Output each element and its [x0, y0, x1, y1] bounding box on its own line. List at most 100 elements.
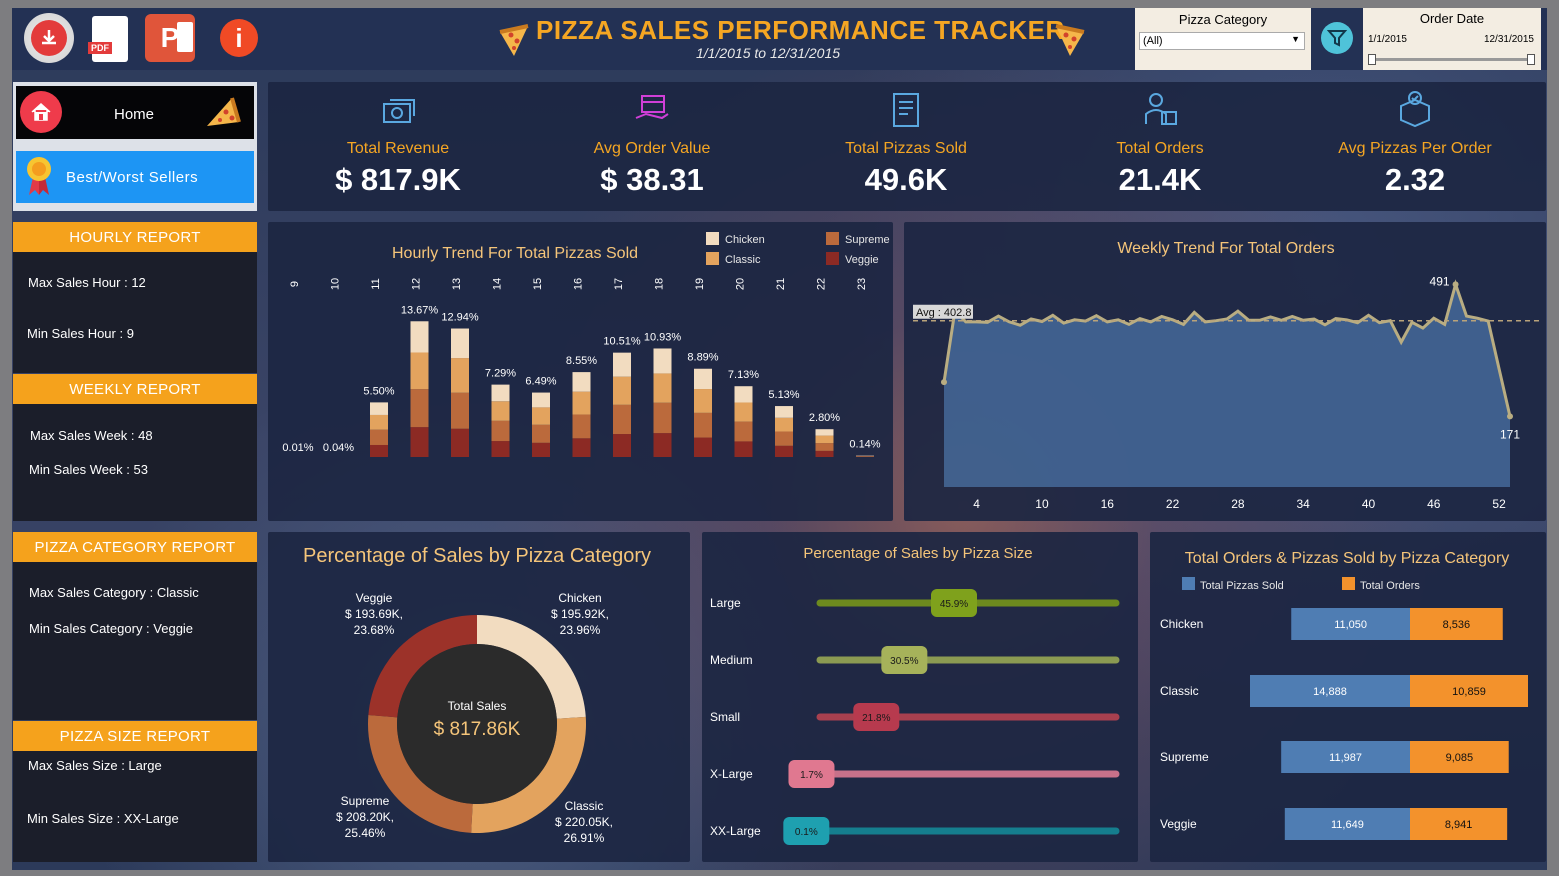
hourly-bar-segment — [613, 352, 631, 377]
size-value-label: 1.7% — [800, 770, 823, 781]
hourly-bar-segment — [613, 404, 631, 435]
hourly-bar-segment — [613, 376, 631, 405]
hourly-data-label: 8.55% — [566, 355, 597, 367]
hour-tick-label: 18 — [654, 278, 666, 290]
hourly-bar-segment — [775, 431, 793, 446]
charts-layer: Hourly Trend For Total Pizzas Sold Chicke… — [282, 232, 1542, 845]
size-category-label: Large — [710, 596, 741, 610]
week-tick-label: 34 — [1297, 497, 1311, 511]
pie-label-pct: 25.46% — [345, 826, 386, 840]
hourly-bar-segment — [734, 441, 753, 457]
hourly-bar-segment — [451, 392, 469, 429]
avg-label: Avg : 402.8 — [916, 307, 971, 319]
hour-tick-label: 10 — [330, 278, 342, 290]
orders-label: 8,536 — [1443, 619, 1471, 631]
hourly-bar-segment — [451, 428, 469, 457]
hourly-bar-segment — [370, 444, 388, 457]
hourly-data-label: 7.13% — [728, 369, 759, 381]
weekly-max-label: 491 — [1430, 274, 1450, 288]
hourly-bar-segment — [572, 372, 591, 392]
hourly-bar-segment — [734, 421, 753, 442]
pizzas-sold-label: 11,649 — [1331, 819, 1364, 831]
hourly-bar-segment — [572, 438, 591, 457]
hourly-bar-segment — [815, 435, 834, 444]
pie-label-value: $ 208.20K, — [336, 810, 394, 824]
hourly-bar-segment — [491, 441, 510, 457]
pie-label-pct: 23.96% — [560, 623, 601, 637]
week-tick-label: 46 — [1427, 497, 1441, 511]
hourly-bar-segment — [653, 402, 672, 434]
size-category-label: XX-Large — [710, 824, 761, 838]
hourly-bar-segment — [734, 402, 753, 422]
hourly-bar-segment — [653, 433, 672, 457]
legend-swatch — [826, 232, 839, 245]
size-value-label: 0.1% — [795, 827, 818, 838]
hour-tick-label: 14 — [492, 278, 504, 290]
hourly-data-label: 6.49% — [525, 376, 556, 388]
hourly-data-label: 5.50% — [363, 385, 394, 397]
pie-label-name: Supreme — [341, 794, 390, 808]
legend-swatch — [1182, 577, 1195, 590]
pie-label-pct: 26.91% — [564, 831, 605, 845]
hourly-bar-segment — [815, 429, 834, 436]
pizzas-sold-label: 14,888 — [1313, 686, 1347, 698]
hourly-bar-segment — [451, 328, 469, 359]
week-tick-label: 22 — [1166, 497, 1180, 511]
hourly-bar-segment — [370, 414, 388, 430]
hourly-data-label: 0.01% — [282, 442, 313, 454]
size-chart-title: Percentage of Sales by Pizza Size — [803, 545, 1032, 562]
category-label: Classic — [1160, 684, 1199, 698]
legend-label: Total Orders — [1360, 580, 1420, 592]
weekly-point — [941, 379, 947, 386]
hourly-data-label: 0.14% — [849, 439, 880, 451]
hourly-bar-segment — [775, 406, 793, 418]
hourly-bar-segment — [775, 445, 793, 457]
hourly-bar-segment — [694, 389, 712, 413]
hourly-bar-segment — [410, 352, 429, 390]
pie-label-name: Chicken — [558, 591, 601, 605]
hour-tick-label: 9 — [289, 281, 301, 287]
pie-label-pct: 23.68% — [354, 623, 395, 637]
pizzas-sold-label: 11,050 — [1334, 619, 1367, 631]
legend-label: Supreme — [845, 234, 890, 246]
donut-center-label: Total Sales — [448, 699, 507, 713]
pie-label-value: $ 193.69K, — [345, 607, 403, 621]
hourly-bar-segment — [451, 358, 469, 393]
hourly-bar-segment — [653, 373, 672, 403]
hourly-bar-segment — [370, 429, 388, 445]
hourly-bar-segment — [370, 402, 388, 415]
legend-swatch — [706, 252, 719, 265]
pie-label-name: Classic — [565, 799, 604, 813]
hour-tick-label: 15 — [532, 278, 544, 290]
size-category-label: Medium — [710, 653, 753, 667]
legend-swatch — [826, 252, 839, 265]
hourly-chart-title: Hourly Trend For Total Pizzas Sold — [392, 245, 638, 262]
hourly-bar-segment — [410, 427, 429, 457]
orders-label: 10,859 — [1452, 686, 1486, 698]
legend-swatch — [1342, 577, 1355, 590]
hourly-data-label: 0.04% — [323, 442, 354, 454]
hour-tick-label: 11 — [370, 278, 382, 289]
category-label: Chicken — [1160, 617, 1203, 631]
hourly-bar-segment — [410, 389, 429, 428]
hourly-bar-segment — [815, 450, 834, 457]
size-category-label: Small — [710, 710, 740, 724]
orders-label: 9,085 — [1446, 752, 1474, 764]
hourly-bar-segment — [653, 348, 672, 374]
hour-tick-label: 16 — [573, 278, 585, 290]
category-label: Supreme — [1160, 750, 1209, 764]
hourly-bar-segment — [694, 368, 712, 390]
hourly-data-label: 12.94% — [441, 312, 479, 324]
pie-label-name: Veggie — [356, 591, 393, 605]
hourly-bar-segment — [532, 424, 550, 443]
hourly-data-label: 10.51% — [603, 336, 641, 348]
pizzas-sold-label: 11,987 — [1329, 752, 1362, 764]
hourly-bar-segment — [734, 386, 753, 403]
hourly-data-label: 13.67% — [401, 304, 439, 316]
week-tick-label: 52 — [1492, 497, 1506, 511]
category-label: Veggie — [1160, 817, 1197, 831]
hourly-bar-segment — [491, 384, 510, 402]
weekly-min-label: 171 — [1500, 427, 1520, 441]
hourly-bar-segment — [491, 401, 510, 421]
legend-label: Total Pizzas Sold — [1200, 580, 1284, 592]
